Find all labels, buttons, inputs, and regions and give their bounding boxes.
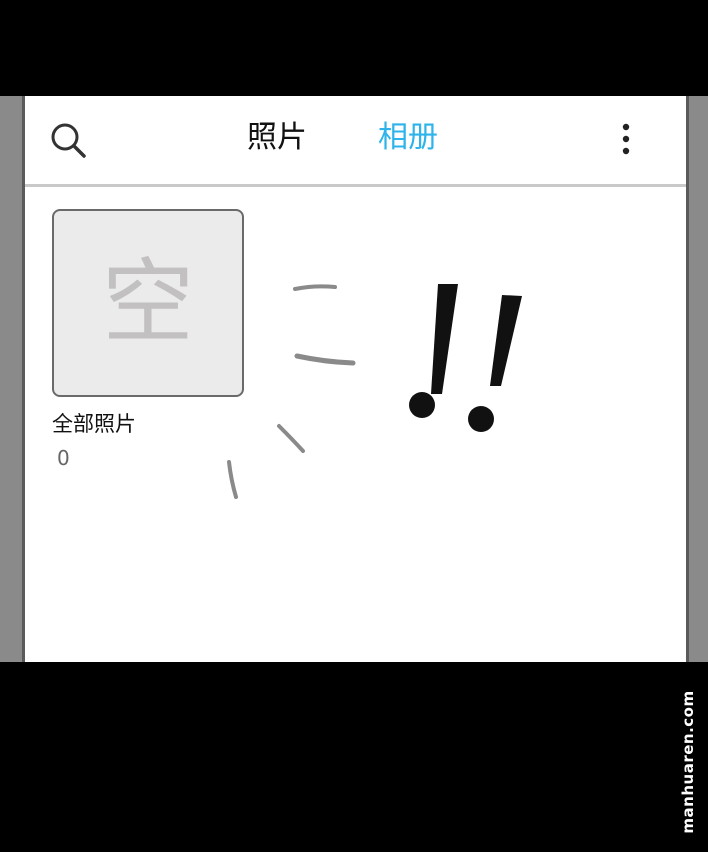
gallery-top-bar: 照片 相册 — [25, 96, 686, 187]
exclamation-marks — [409, 284, 522, 432]
watermark-text: manhuaren.com — [679, 690, 697, 834]
comic-panel: 照片 相册 空 全部照片 0 manhuaren.com — [0, 0, 708, 852]
phone-bezel-right — [686, 96, 708, 662]
search-button[interactable] — [47, 118, 91, 162]
phone-bezel-left — [0, 96, 25, 662]
more-options-button[interactable] — [615, 120, 637, 160]
tab-photos[interactable]: 照片 — [247, 116, 307, 160]
watermark-logo: manhuaren.com — [670, 672, 706, 844]
album-thumbnail: 空 — [52, 209, 244, 397]
more-vertical-icon — [622, 123, 630, 155]
search-icon — [51, 123, 86, 158]
tab-albums[interactable]: 相册 — [378, 116, 438, 160]
empty-thumbnail-label: 空 — [101, 249, 194, 356]
album-photo-count: 0 — [57, 446, 70, 470]
album-name: 全部照片 — [52, 412, 136, 436]
speed-lines — [227, 284, 356, 499]
phone-screen: 照片 相册 空 全部照片 0 — [25, 96, 686, 662]
album-card-all-photos[interactable]: 空 — [52, 209, 244, 397]
